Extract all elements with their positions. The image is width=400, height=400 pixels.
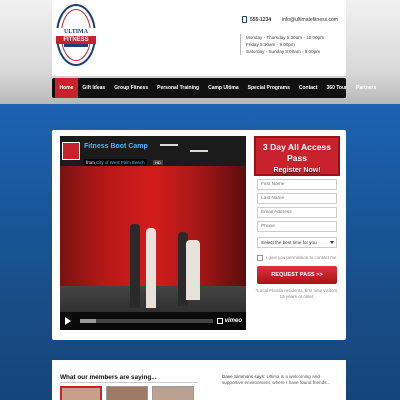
- main-nav: Home Gift Ideas Group Fitness Personal T…: [52, 78, 376, 98]
- hero-content: Fitness Boot Camp from City of West Palm…: [52, 130, 346, 340]
- consent-row: I give you permission to contact me: [257, 255, 340, 261]
- video-player[interactable]: Fitness Boot Camp from City of West Palm…: [60, 136, 246, 330]
- hours-line: Saturday - Sunday 8:00am - 8:00pm: [246, 49, 321, 54]
- nav-item-group-fitness[interactable]: Group Fitness: [110, 78, 153, 98]
- form-subtitle: Register Now!: [273, 167, 321, 174]
- play-icon: [65, 317, 71, 325]
- phone-field[interactable]: [257, 221, 337, 232]
- video-title: Fitness Boot Camp from City of West Palm…: [84, 142, 163, 169]
- best-time-select[interactable]: Select the best time for you: [257, 237, 337, 248]
- video-byline-prefix: from: [86, 160, 95, 165]
- testimonial-thumbnail[interactable]: [106, 386, 148, 400]
- last-name-field[interactable]: [257, 193, 337, 204]
- nav-item-partners[interactable]: Partners: [351, 78, 380, 98]
- nav-item-camp-ultima[interactable]: Camp Ultima: [204, 78, 244, 98]
- first-name-field[interactable]: [257, 179, 337, 190]
- testimonial-quote: Dave Simmons says: Ultima is a welcoming…: [222, 374, 342, 386]
- logo-wordmark-top: ULTIMA: [56, 28, 96, 36]
- video-seek-progress: [80, 319, 96, 323]
- nav-item-gift-ideas[interactable]: Gift Ideas: [78, 78, 110, 98]
- video-frame-person: [186, 240, 200, 300]
- nav-item-personal-training[interactable]: Personal Training: [153, 78, 204, 98]
- video-hd-badge[interactable]: HD: [152, 160, 163, 165]
- email-field[interactable]: [257, 207, 337, 218]
- pass-signup-form: 3 Day All Access Pass Register Now! Sele…: [254, 136, 340, 336]
- hours-line: Friday 5:30am - 9:00pm: [246, 42, 295, 47]
- consent-label: I give you permission to contact me: [266, 255, 337, 260]
- testimonials-title: What our members are saying...: [60, 374, 157, 381]
- video-channel-link[interactable]: City of West Palm Beach: [96, 160, 144, 165]
- header-contact: 555-1234 info@ultimatefitness.com: [242, 16, 346, 28]
- form-disclaimer: *Local Florida residents, first time vis…: [255, 288, 339, 299]
- video-title-bar: Fitness Boot Camp from City of West Palm…: [62, 142, 163, 169]
- site-logo[interactable]: ULTIMA FITNESS: [56, 4, 96, 66]
- header-email[interactable]: info@ultimatefitness.com: [282, 17, 338, 23]
- logo-wordmark-bottom: FITNESS: [56, 36, 96, 44]
- nav-item-home[interactable]: Home: [55, 78, 78, 98]
- form-title: 3 Day All Access Pass: [262, 142, 332, 163]
- testimonial-thumbnail[interactable]: [60, 386, 102, 400]
- header-phone[interactable]: 555-1234: [250, 17, 271, 23]
- testimonials-section: What our members are saying... Dave Simm…: [52, 360, 346, 400]
- video-byline: from City of West Palm Beach: [84, 159, 147, 166]
- video-seek-bar[interactable]: [80, 319, 213, 323]
- nav-item-360-tour[interactable]: 360 Tour: [322, 78, 351, 98]
- video-controls: vimeo: [60, 312, 246, 330]
- testimonial-thumbnail[interactable]: [152, 386, 194, 400]
- form-header: 3 Day All Access Pass Register Now!: [254, 136, 340, 176]
- consent-checkbox[interactable]: [257, 255, 263, 261]
- video-frame-person: [130, 224, 140, 308]
- video-frame-person: [146, 228, 156, 308]
- video-title-text[interactable]: Fitness Boot Camp: [84, 142, 163, 151]
- request-pass-button[interactable]: REQUEST PASS >>: [257, 266, 337, 284]
- nav-item-contact[interactable]: Contact: [294, 78, 322, 98]
- logo-dumbbell: [64, 44, 88, 47]
- business-hours: Monday - Thursday 5:30am - 10:00pm Frida…: [240, 34, 346, 55]
- testimonials-divider: [60, 382, 198, 383]
- play-button[interactable]: [60, 312, 76, 330]
- page-container: ULTIMA FITNESS 555-1234 info@ultimatefit…: [52, 0, 376, 400]
- nav-item-special-programs[interactable]: Special Programs: [243, 78, 294, 98]
- video-channel-avatar[interactable]: [62, 142, 80, 160]
- site-header: ULTIMA FITNESS 555-1234 info@ultimatefit…: [52, 0, 346, 76]
- chevron-down-icon: [330, 241, 334, 244]
- testimonial-author: Dave Simmons says:: [222, 374, 266, 379]
- hours-line: Monday - Thursday 5:30am - 10:00pm: [246, 35, 325, 40]
- vimeo-logo[interactable]: vimeo: [225, 318, 242, 324]
- best-time-select-value: Select the best time for you: [261, 240, 317, 245]
- phone-icon: [242, 16, 247, 23]
- fullscreen-icon[interactable]: [216, 318, 223, 324]
- video-frame-light: [190, 150, 208, 152]
